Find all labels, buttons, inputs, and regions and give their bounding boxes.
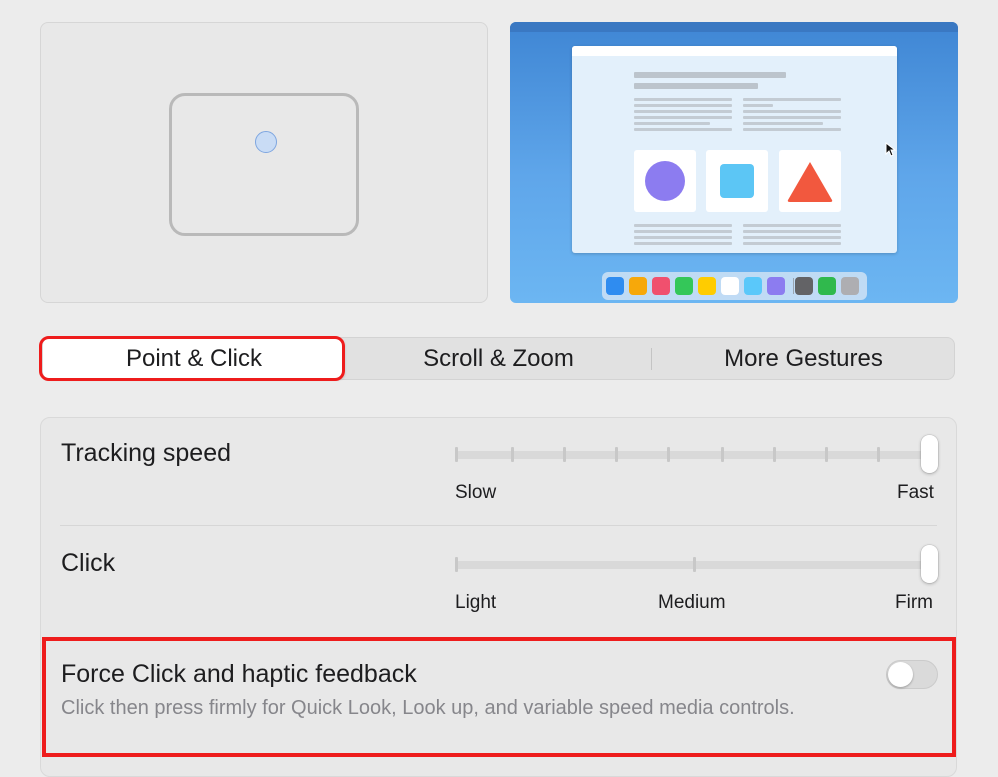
click-track[interactable] (455, 561, 937, 569)
circle-card (634, 150, 696, 212)
triangle-shape-icon (787, 162, 833, 202)
dock (602, 272, 867, 300)
tracking-speed-min-label: Slow (455, 482, 497, 503)
settings-group (40, 417, 957, 777)
mouse-cursor-icon (885, 142, 897, 157)
square-card (706, 150, 768, 212)
toggle-knob (888, 662, 913, 687)
click-max-label: Firm (895, 592, 933, 613)
tracking-speed-max-label: Fast (897, 482, 934, 503)
document-window (572, 46, 897, 253)
dock-separator (793, 278, 794, 294)
tracking-speed-thumb[interactable] (921, 435, 938, 473)
dock-app-icon (767, 277, 785, 295)
dock-app-icon (652, 277, 670, 295)
slider-tick (825, 447, 828, 462)
dock-app-icon (675, 277, 693, 295)
force-click-toggle[interactable] (886, 660, 938, 689)
tab-point-click[interactable]: Point & Click (43, 338, 345, 379)
slider-tick (773, 447, 776, 462)
slider-tick (455, 557, 458, 572)
tab-more-gestures[interactable]: More Gestures (652, 338, 955, 379)
slider-tick (563, 447, 566, 462)
dock-app-icon (629, 277, 647, 295)
dock-app-icon (698, 277, 716, 295)
tracking-speed-label: Tracking speed (61, 439, 231, 467)
dock-app-icon (721, 277, 739, 295)
slider-tick (667, 447, 670, 462)
force-click-label: Force Click and haptic feedback (61, 660, 417, 688)
slider-tick (693, 557, 696, 572)
click-thumb[interactable] (921, 545, 938, 583)
trackpad-icon (169, 93, 359, 236)
dock-app-icon (818, 277, 836, 295)
touch-point-icon (255, 131, 277, 153)
dock-app-icon (744, 277, 762, 295)
gesture-tab-control[interactable]: Point & Click Scroll & Zoom More Gesture… (40, 337, 955, 380)
trackpad-preview (40, 22, 488, 303)
dock-app-icon (606, 277, 624, 295)
force-click-description: Click then press firmly for Quick Look, … (61, 697, 795, 719)
slider-tick (721, 447, 724, 462)
slider-tick (455, 447, 458, 462)
dock-app-icon (841, 277, 859, 295)
slider-tick (511, 447, 514, 462)
tracking-speed-track[interactable] (455, 451, 937, 459)
dock-app-icon (795, 277, 813, 295)
click-label: Click (61, 549, 116, 577)
click-mid-label: Medium (658, 592, 726, 613)
row-divider (60, 525, 937, 526)
menu-bar (510, 22, 958, 32)
click-min-label: Light (455, 592, 497, 613)
slider-tick (877, 447, 880, 462)
circle-shape-icon (645, 161, 685, 201)
gesture-preview (510, 22, 958, 303)
triangle-card (779, 150, 841, 212)
slider-tick (615, 447, 618, 462)
tab-scroll-zoom[interactable]: Scroll & Zoom (346, 338, 651, 379)
square-shape-icon (720, 164, 754, 198)
